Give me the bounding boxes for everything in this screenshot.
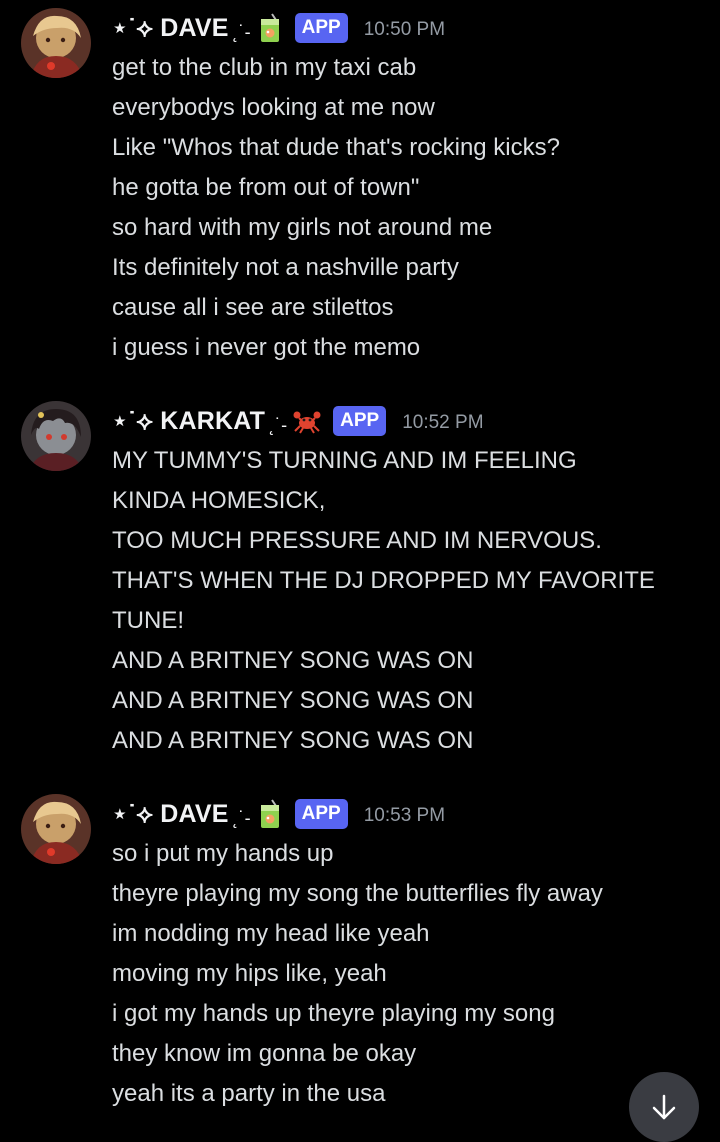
app-badge: APP	[333, 406, 387, 436]
message-line: theyre playing my song the butterflies f…	[112, 880, 603, 907]
username-decoration: ˛˙-	[269, 414, 288, 435]
message-line: TOO MUCH PRESSURE AND IM NERVOUS.	[112, 527, 602, 554]
timestamp: 10:50 PM	[363, 19, 446, 40]
avatar-dave[interactable]	[21, 794, 91, 864]
message-content: ⋆˙⟡ KARKAT ˛˙- APP 10:52 PM MY TUMMY'S T…	[112, 401, 702, 761]
timestamp: 10:52 PM	[402, 412, 484, 433]
avatar-image	[21, 8, 91, 78]
avatar-image	[21, 401, 91, 471]
username-decoration: ˛˙-	[232, 807, 251, 828]
message-line: get to the club in my taxi cab	[112, 54, 417, 81]
message-line: so hard with my girls not around me	[112, 214, 493, 241]
scroll-to-bottom-button[interactable]	[629, 1072, 699, 1142]
message-line: yeah its a party in the usa	[112, 1080, 386, 1107]
message-line: KINDA HOMESICK,	[112, 487, 326, 514]
username[interactable]: ⋆˙⟡ DAVE	[112, 13, 229, 43]
username[interactable]: ⋆˙⟡ DAVE	[112, 799, 229, 829]
message-header: ⋆˙⟡ KARKAT ˛˙- APP 10:52 PM	[112, 401, 702, 441]
message-line: TUNE!	[112, 607, 184, 634]
message-line: MY TUMMY'S TURNING AND IM FEELING	[112, 447, 577, 474]
message-line: Its definitely not a nashville party	[112, 254, 459, 281]
juice-box-icon	[257, 13, 283, 43]
message-line: he gotta be from out of town"	[112, 174, 420, 201]
message-line: Like "Whos that dude that's rocking kick…	[112, 134, 560, 161]
username[interactable]: ⋆˙⟡ KARKAT	[112, 406, 265, 436]
message-line: everybodys looking at me now	[112, 94, 435, 121]
message-line: moving my hips like, yeah	[112, 960, 387, 987]
username-decoration: ˛˙-	[232, 21, 251, 42]
message-line: AND A BRITNEY SONG WAS ON	[112, 727, 474, 754]
message-line: AND A BRITNEY SONG WAS ON	[112, 647, 474, 674]
message-header: ⋆˙⟡ DAVE ˛˙- APP 10:50 PM	[112, 8, 702, 48]
message-line: so i put my hands up	[112, 840, 334, 867]
avatar-karkat[interactable]	[21, 401, 91, 471]
message-content: ⋆˙⟡ DAVE ˛˙- APP 10:53 PM so i put my ha…	[112, 794, 702, 1114]
message-header: ⋆˙⟡ DAVE ˛˙- APP 10:53 PM	[112, 794, 702, 834]
app-badge: APP	[294, 799, 348, 829]
timestamp: 10:53 PM	[363, 805, 446, 826]
message-line: im nodding my head like yeah	[112, 920, 430, 947]
avatar-dave[interactable]	[21, 8, 91, 78]
message-line: AND A BRITNEY SONG WAS ON	[112, 687, 474, 714]
message-line: i guess i never got the memo	[112, 334, 421, 361]
juice-box-icon	[257, 799, 283, 829]
message-line: they know im gonna be okay	[112, 1040, 417, 1067]
app-badge: APP	[294, 13, 348, 43]
avatar-image	[21, 794, 91, 864]
message-line: cause all i see are stilettos	[112, 294, 394, 321]
crab-icon	[293, 406, 321, 436]
arrow-down-icon	[649, 1072, 679, 1127]
message-content: ⋆˙⟡ DAVE ˛˙- APP 10:50 PM get to the clu…	[112, 8, 702, 368]
message-line: i got my hands up theyre playing my song	[112, 1000, 555, 1027]
message-line: THAT'S WHEN THE DJ DROPPED MY FAVORITE	[112, 567, 655, 594]
message-feed: ⋆˙⟡ DAVE ˛˙- APP 10:50 PM get to the clu…	[0, 0, 720, 1142]
